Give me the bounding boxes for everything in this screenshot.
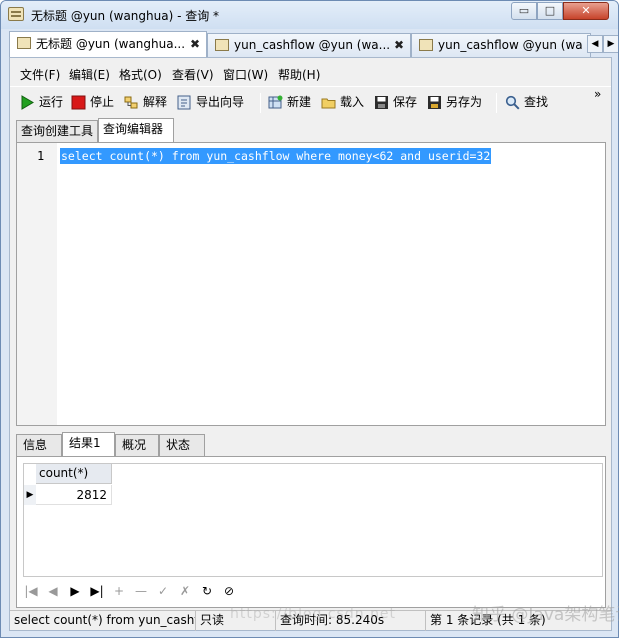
toolbar-overflow-icon[interactable]: » [594, 87, 601, 101]
stop-fetch-icon[interactable]: ⊘ [221, 584, 237, 598]
search-icon [505, 95, 520, 110]
tab-result-1[interactable]: 结果1 [62, 432, 115, 457]
tab-untitled-query[interactable]: 无标题 @yun (wanghua... ✖ [9, 31, 207, 57]
table-icon [215, 39, 229, 51]
table-icon [419, 39, 433, 51]
tab-label: 无标题 @yun (wanghua... [36, 37, 186, 51]
refresh-icon[interactable]: ↻ [199, 584, 215, 598]
toolbar-separator [496, 93, 497, 113]
folder-icon [321, 98, 336, 109]
line-number-gutter: 1 [17, 143, 57, 425]
play-icon [21, 95, 34, 110]
status-sql: select count(*) from yun_cashflo [10, 611, 196, 631]
editor-tabs: 查询创建工具 查询编辑器 [16, 118, 606, 143]
first-record-icon[interactable]: |◀ [23, 584, 39, 598]
toolbar-separator [260, 93, 261, 113]
run-button[interactable]: 运行 [20, 93, 63, 113]
stop-icon [71, 95, 86, 110]
menu-file[interactable]: 文件(F) [20, 66, 60, 83]
new-query-icon [268, 95, 283, 109]
query-icon [17, 37, 31, 49]
url-watermark: https://blog.csdn.net [230, 606, 397, 622]
tab-cashflow-1[interactable]: yun_cashflow @yun (wa... ✖ [207, 33, 411, 57]
export-wizard-button[interactable]: 导出向导 [177, 93, 244, 113]
save-as-button[interactable]: 另存为 [427, 93, 482, 113]
save-as-icon [428, 96, 441, 109]
last-record-icon[interactable]: ▶| [89, 584, 105, 598]
document-tabs: 无标题 @yun (wanghua... ✖ yun_cashflow @yun… [9, 31, 618, 57]
save-as-label: 另存为 [446, 95, 483, 109]
toolbar: 运行 停止 解释 导出向导 新建 载入 保存 另存为 查找 » [10, 86, 611, 116]
tab-query-builder[interactable]: 查询创建工具 [16, 120, 98, 142]
current-row-indicator: ▶ [24, 485, 36, 505]
tab-profile[interactable]: 概况 [115, 434, 159, 456]
discard-changes-icon[interactable]: ✗ [177, 584, 193, 598]
new-button[interactable]: 新建 [268, 93, 311, 113]
result-cell[interactable]: 2812 [36, 485, 112, 505]
window-title: 无标题 @yun (wanghua) - 查询 * [31, 9, 220, 23]
menu-window[interactable]: 窗口(W) [223, 66, 268, 83]
close-tab-icon[interactable]: ✖ [190, 32, 200, 56]
apply-changes-icon[interactable]: ✓ [155, 584, 171, 598]
add-record-icon[interactable]: + [111, 584, 127, 598]
find-label: 查找 [524, 95, 549, 109]
column-header[interactable]: count(*) [36, 464, 112, 484]
result-grid[interactable]: count(*) ▶ 2812 [23, 463, 603, 577]
sql-text[interactable]: select count(*) from yun_cashflow where … [60, 148, 492, 164]
tab-scroll-right-button[interactable]: ▶ [603, 35, 618, 53]
tab-label: yun_cashflow @yun (wa [438, 38, 583, 52]
explain-icon [124, 96, 138, 109]
menu-format[interactable]: 格式(O) [119, 66, 162, 83]
load-label: 载入 [340, 95, 365, 109]
explain-button[interactable]: 解释 [124, 93, 167, 113]
minimize-button[interactable]: ▭ [511, 2, 537, 20]
stop-label: 停止 [90, 95, 115, 109]
delete-record-icon[interactable]: — [133, 584, 149, 598]
result-panel: count(*) ▶ 2812 |◀ ◀ ▶ ▶| + — ✓ ✗ ↻ ⊘ [16, 456, 606, 608]
tab-cashflow-2[interactable]: yun_cashflow @yun (wa [411, 33, 591, 57]
app-icon [8, 7, 24, 21]
tab-info[interactable]: 信息 [16, 434, 62, 456]
menu-edit[interactable]: 编辑(E) [69, 66, 110, 83]
export-icon [177, 95, 191, 110]
tab-status[interactable]: 状态 [159, 434, 205, 456]
find-button[interactable]: 查找 [505, 93, 548, 113]
tab-query-editor[interactable]: 查询编辑器 [98, 118, 174, 143]
run-label: 运行 [39, 95, 64, 109]
prev-record-icon[interactable]: ◀ [45, 584, 61, 598]
close-window-button[interactable]: ✕ [563, 2, 609, 20]
query-panel: 文件(F) 编辑(E) 格式(O) 查看(V) 窗口(W) 帮助(H) 运行 停… [9, 57, 612, 631]
tab-scroll-left-button[interactable]: ◀ [587, 35, 603, 53]
stop-button[interactable]: 停止 [71, 93, 114, 113]
maximize-button[interactable]: □ [537, 2, 563, 20]
tab-label: yun_cashflow @yun (wa... [234, 38, 391, 52]
sql-editor[interactable]: 1 select count(*) from yun_cashflow wher… [16, 142, 606, 426]
save-icon [375, 96, 388, 109]
load-button[interactable]: 载入 [321, 93, 364, 113]
menu-help[interactable]: 帮助(H) [278, 66, 320, 83]
save-label: 保存 [393, 95, 418, 109]
save-button[interactable]: 保存 [374, 93, 417, 113]
brand-watermark: 知乎 @Java架构笔记 [472, 605, 619, 625]
next-record-icon[interactable]: ▶ [67, 584, 83, 598]
explain-label: 解释 [143, 95, 168, 109]
menu-view[interactable]: 查看(V) [172, 66, 214, 83]
menu-bar: 文件(F) 编辑(E) 格式(O) 查看(V) 窗口(W) 帮助(H) [10, 60, 611, 84]
export-label: 导出向导 [196, 95, 245, 109]
line-number: 1 [37, 149, 45, 163]
new-label: 新建 [287, 95, 312, 109]
result-tabs: 信息 结果1 概况 状态 [16, 432, 606, 457]
title-bar[interactable]: 无标题 @yun (wanghua) - 查询 * ▭ □ ✕ [1, 1, 618, 29]
close-tab-icon[interactable]: ✖ [394, 34, 404, 56]
app-window: 无标题 @yun (wanghua) - 查询 * ▭ □ ✕ 无标题 @yun… [0, 0, 619, 638]
